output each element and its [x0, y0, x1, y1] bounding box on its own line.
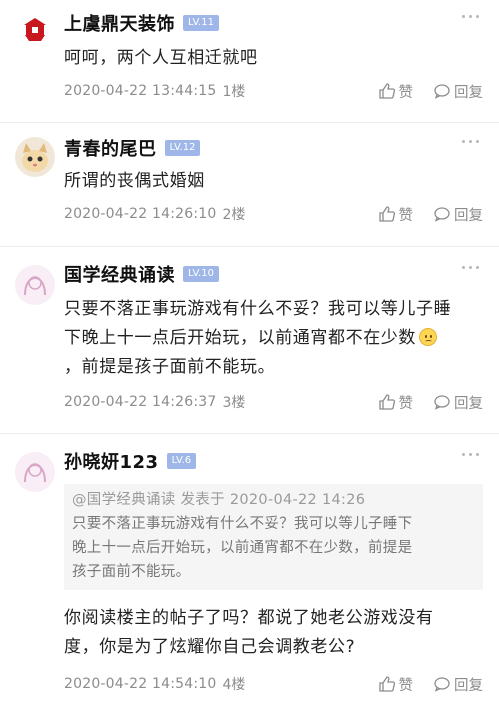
avatar[interactable]	[15, 13, 55, 53]
reply-item: 上虞鼎天装饰 LV.11 呵呵，两个人互相迁就吧 2020-04-22 13:4…	[0, 0, 499, 122]
sad-face-emoji	[419, 328, 437, 346]
timestamp: 2020-04-22 14:26:37	[64, 394, 217, 410]
reply-meta: 2020-04-22 14:54:10 4楼 赞 回复	[64, 672, 483, 696]
like-button[interactable]: 赞	[378, 81, 413, 102]
reply-button[interactable]: 回复	[433, 81, 483, 102]
default-avatar-icon	[16, 266, 54, 304]
reply-meta: 2020-04-22 14:26:10 2楼 赞 回复	[64, 202, 483, 226]
thumb-up-icon	[378, 83, 395, 99]
reply-button[interactable]: 回复	[433, 392, 483, 413]
floor-number: 1楼	[222, 84, 246, 100]
floor-number: 2楼	[222, 207, 246, 223]
comment-bubble-icon	[434, 677, 450, 692]
username[interactable]: 上虞鼎天装饰	[64, 10, 175, 36]
reply-meta: 2020-04-22 14:26:37 3楼 赞 回复	[64, 390, 483, 414]
avatar[interactable]	[15, 452, 55, 492]
default-avatar-icon	[16, 453, 54, 491]
comment-bubble-icon	[434, 84, 450, 99]
reply-button[interactable]: 回复	[433, 204, 483, 225]
more-dots-icon[interactable]	[462, 140, 479, 143]
level-badge: LV.6	[166, 453, 197, 469]
like-button[interactable]: 赞	[378, 392, 413, 413]
like-button[interactable]: 赞	[378, 674, 413, 695]
brand-logo-icon	[24, 18, 46, 41]
quote-header: @国学经典诵读 发表于 2020-04-22 14:26	[72, 492, 366, 508]
username[interactable]: 国学经典诵读	[64, 261, 175, 287]
reply-list: 上虞鼎天装饰 LV.11 呵呵，两个人互相迁就吧 2020-04-22 13:4…	[0, 0, 499, 716]
reply-content: 所谓的丧偶式婚姻	[64, 171, 205, 191]
more-dots-icon[interactable]	[462, 266, 479, 269]
thumb-up-icon	[378, 394, 395, 410]
level-badge: LV.10	[183, 266, 219, 282]
timestamp: 2020-04-22 14:26:10	[64, 206, 217, 222]
thumb-up-icon	[378, 676, 395, 692]
reply-item: 孙晓妍123 LV.6 @国学经典诵读 发表于 2020-04-22 14:26…	[0, 433, 499, 716]
floor-number: 4楼	[222, 677, 246, 693]
reply-content: 只要不落正事玩游戏有什么不妥？我可以等儿子睡 下晚上十一点后开始玩，以前通宵都不…	[64, 299, 452, 377]
reply-item: 国学经典诵读 LV.10 只要不落正事玩游戏有什么不妥？我可以等儿子睡 下晚上十…	[0, 246, 499, 433]
reply-content: 呵呵，两个人互相迁就吧	[64, 48, 258, 68]
reply-meta: 2020-04-22 13:44:15 1楼 赞 回复	[64, 79, 483, 103]
cat-avatar-icon	[22, 143, 48, 172]
username[interactable]: 青春的尾巴	[64, 135, 157, 161]
reply-item: 青春的尾巴 LV.12 所谓的丧偶式婚姻 2020-04-22 14:26:10…	[0, 122, 499, 246]
avatar[interactable]	[15, 265, 55, 305]
reply-button[interactable]: 回复	[433, 674, 483, 695]
reply-content: 你阅读楼主的帖子了吗？都说了她老公游戏没有 度，你是为了炫耀你自己会调教老公?	[64, 608, 434, 657]
level-badge: LV.11	[183, 15, 219, 31]
avatar[interactable]	[15, 137, 55, 177]
level-badge: LV.12	[164, 140, 201, 156]
username[interactable]: 孙晓妍123	[64, 448, 159, 474]
more-dots-icon[interactable]	[462, 453, 479, 456]
floor-number: 3楼	[222, 395, 246, 411]
timestamp: 2020-04-22 13:44:15	[64, 83, 217, 99]
comment-bubble-icon	[434, 207, 450, 222]
timestamp: 2020-04-22 14:54:10	[64, 676, 217, 692]
thumb-up-icon	[378, 206, 395, 222]
comment-bubble-icon	[434, 395, 450, 410]
like-button[interactable]: 赞	[378, 204, 413, 225]
more-dots-icon[interactable]	[462, 15, 479, 18]
quoted-reply[interactable]: @国学经典诵读 发表于 2020-04-22 14:26 只要不落正事玩游戏有什…	[64, 484, 483, 590]
